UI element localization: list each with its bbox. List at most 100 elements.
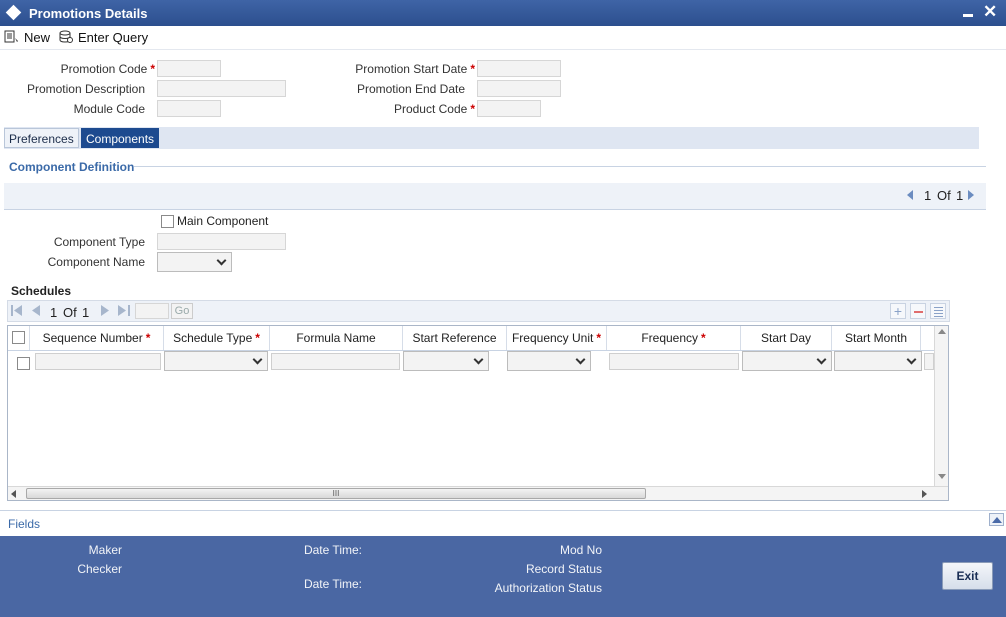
- col-frequency-unit[interactable]: Frequency Unit *: [507, 326, 607, 350]
- truncated-column-input[interactable]: [924, 353, 934, 370]
- fields-divider: [0, 510, 1006, 511]
- component-definition-title: Component Definition: [9, 160, 135, 174]
- tab-components[interactable]: Components: [81, 128, 160, 148]
- new-button[interactable]: New: [4, 28, 50, 46]
- start-day-select[interactable]: [742, 351, 832, 371]
- frequency-input[interactable]: [609, 353, 739, 370]
- collapse-icon[interactable]: [989, 513, 1004, 526]
- checker-date-time-label: Date Time:: [303, 577, 362, 591]
- tab-bar: Preferences Components: [4, 127, 979, 149]
- promotion-code-input[interactable]: [157, 60, 221, 77]
- schedules-grid: Sequence Number * Schedule Type * Formula …: [7, 325, 949, 501]
- authorization-status-label: Authorization Status: [494, 581, 602, 595]
- scroll-up-icon[interactable]: [938, 329, 946, 334]
- component-pager-bar: 1 Of 1: [4, 183, 986, 210]
- window-title-bar: Promotions Details ✕: [0, 0, 1006, 26]
- product-code-label: Product Code *: [393, 102, 475, 116]
- horizontal-scroll-thumb[interactable]: III: [26, 488, 646, 499]
- module-code-label: Module Code: [73, 102, 145, 116]
- go-button[interactable]: Go: [171, 303, 193, 319]
- frequency-unit-select[interactable]: [507, 351, 591, 371]
- section-divider: [134, 166, 986, 167]
- scroll-left-icon[interactable]: [11, 490, 16, 498]
- new-document-icon: [4, 30, 20, 44]
- col-frequency[interactable]: Frequency *: [607, 326, 741, 350]
- fields-link[interactable]: Fields: [8, 517, 40, 531]
- query-database-icon: [58, 30, 74, 44]
- window-title: Promotions Details: [29, 6, 148, 21]
- schedules-pager-of: Of: [63, 305, 77, 320]
- component-name-label: Component Name: [47, 255, 145, 269]
- previous-record-icon[interactable]: [907, 190, 913, 200]
- promotion-start-date-input[interactable]: [477, 60, 561, 77]
- tab-preferences[interactable]: Preferences: [4, 128, 79, 148]
- row-checkbox[interactable]: [17, 357, 30, 370]
- maker-label: Maker: [88, 543, 122, 557]
- enter-query-label: Enter Query: [78, 29, 149, 45]
- chevron-down-icon: [575, 354, 586, 365]
- previous-page-icon[interactable]: [32, 305, 40, 316]
- chevron-down-icon: [216, 255, 227, 266]
- add-row-icon[interactable]: +: [890, 303, 906, 319]
- schedules-title: Schedules: [11, 284, 72, 298]
- promotion-code-label: Promotion Code *: [60, 62, 155, 76]
- component-pager-current: 1: [924, 188, 932, 203]
- close-icon[interactable]: ✕: [983, 2, 997, 22]
- maker-date-time-label: Date Time:: [303, 543, 362, 557]
- schedules-pager-current: 1: [50, 305, 58, 320]
- single-view-icon[interactable]: [930, 303, 946, 319]
- mod-no-label: Mod No: [559, 543, 602, 557]
- promotion-start-date-label: Promotion Start Date *: [355, 62, 475, 76]
- component-type-input[interactable]: [157, 233, 286, 250]
- promotion-description-label: Promotion Description: [26, 82, 145, 96]
- app-diamond-icon: [5, 4, 22, 21]
- scroll-right-icon[interactable]: [922, 490, 927, 498]
- minimize-icon[interactable]: [962, 4, 974, 20]
- chevron-down-icon: [906, 354, 917, 365]
- record-status-label: Record Status: [525, 562, 602, 576]
- start-month-select[interactable]: [834, 351, 922, 371]
- header-select-all: [8, 326, 30, 350]
- chevron-down-icon: [473, 354, 484, 365]
- promotion-end-date-input[interactable]: [477, 80, 561, 97]
- delete-row-icon[interactable]: [910, 303, 926, 319]
- product-code-input[interactable]: [477, 100, 541, 117]
- formula-name-input[interactable]: [271, 353, 400, 370]
- last-page-icon[interactable]: [118, 305, 130, 316]
- col-schedule-type[interactable]: Schedule Type *: [164, 326, 270, 350]
- start-reference-select[interactable]: [403, 351, 489, 371]
- select-all-checkbox[interactable]: [12, 331, 25, 344]
- enter-query-button[interactable]: Enter Query: [58, 28, 148, 46]
- promotion-end-date-label: Promotion End Date: [356, 82, 465, 96]
- promotion-description-input[interactable]: [157, 80, 286, 97]
- grid-header: Sequence Number * Schedule Type * Formula …: [8, 326, 934, 351]
- first-page-icon[interactable]: [11, 305, 23, 316]
- chevron-down-icon: [816, 354, 827, 365]
- chevron-down-icon: [252, 354, 263, 365]
- module-code-input[interactable]: [157, 100, 221, 117]
- vertical-scrollbar[interactable]: [934, 326, 948, 486]
- component-type-label: Component Type: [53, 235, 145, 249]
- schedules-toolbar: 1 Of 1 Go +: [7, 300, 950, 322]
- main-component-checkbox[interactable]: [161, 215, 174, 228]
- audit-footer: Maker Checker Date Time: Date Time: Mod …: [0, 536, 1006, 617]
- sequence-number-input[interactable]: [35, 353, 161, 370]
- col-formula-name[interactable]: Formula Name: [270, 326, 403, 350]
- schedules-pager-total: 1: [82, 305, 90, 320]
- horizontal-scrollbar[interactable]: III: [8, 486, 948, 500]
- exit-button[interactable]: Exit: [942, 562, 993, 590]
- next-page-icon[interactable]: [101, 305, 109, 316]
- scroll-down-icon[interactable]: [938, 474, 946, 479]
- page-number-input[interactable]: [135, 303, 169, 319]
- component-pager-total: 1: [956, 188, 964, 203]
- component-name-select[interactable]: [157, 252, 232, 272]
- next-record-icon[interactable]: [968, 190, 974, 200]
- col-start-month[interactable]: Start Month: [832, 326, 921, 350]
- component-pager-of: Of: [937, 188, 951, 203]
- main-component-label: Main Component: [177, 214, 269, 228]
- schedule-type-select[interactable]: [164, 351, 268, 371]
- col-start-day[interactable]: Start Day: [741, 326, 832, 350]
- new-button-label: New: [24, 29, 51, 45]
- col-sequence-number[interactable]: Sequence Number *: [30, 326, 164, 350]
- col-start-reference[interactable]: Start Reference: [403, 326, 507, 350]
